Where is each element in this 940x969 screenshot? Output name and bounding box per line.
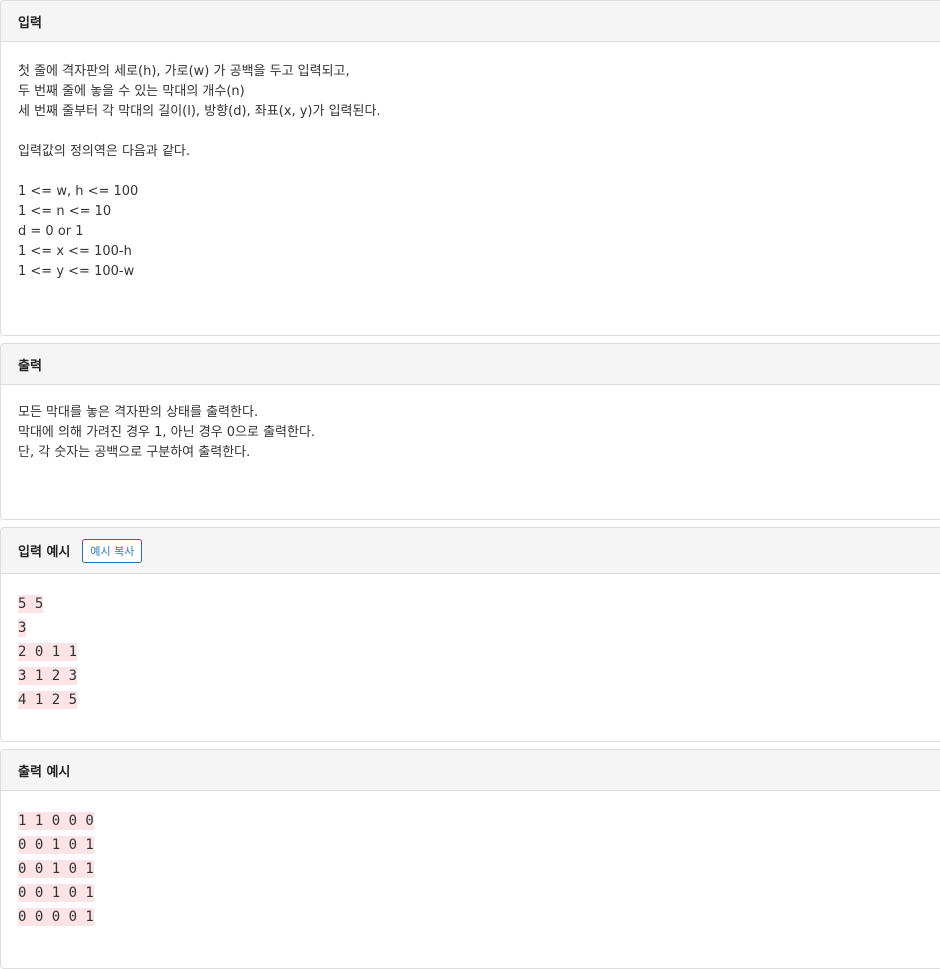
input-description-line [18,162,930,182]
sample-input-line: 2 0 1 1 [18,639,930,663]
sample-input-text: 4 1 2 5 [18,691,78,709]
input-description-panel: 입력 첫 줄에 격자판의 세로(h), 가로(w) 가 공백을 두고 입력되고,… [0,0,940,336]
sample-input-text: 5 5 [18,595,44,613]
sample-input-line: 4 1 2 5 [18,687,930,711]
panel-heading: 출력 [1,344,940,385]
input-description-line: d = 0 or 1 [18,224,84,239]
sample-input-line: 5 5 [18,591,930,615]
panel-heading: 입력 [1,1,940,42]
sample-input-title: 입력 예시 [18,545,71,560]
output-description-body: 모든 막대를 놓은 격자판의 상태를 출력한다. 막대에 의해 가려진 경우 1… [1,385,940,481]
input-description-line: 세 번째 줄부터 각 막대의 길이(l), 방향(d), 좌표(x, y)가 입… [18,104,381,119]
panel-heading: 출력 예시 [1,750,940,791]
sample-output-text: 0 0 1 0 1 [18,860,94,878]
sample-input-body: 5 5 3 2 0 1 1 3 1 2 3 4 1 2 5 [1,574,940,731]
sample-input-line: 3 1 2 3 [18,663,930,687]
sample-output-text: 0 0 0 0 1 [18,908,94,926]
output-description-panel: 출력 모든 막대를 놓은 격자판의 상태를 출력한다. 막대에 의해 가려진 경… [0,343,940,520]
input-description-line: 1 <= y <= 100-w [18,264,135,279]
sample-output-panel: 출력 예시 1 1 0 0 0 0 0 1 0 1 0 0 1 0 1 0 0 … [0,749,940,969]
sample-output-line: 1 1 0 0 0 [18,808,930,832]
sample-input-line: 3 [18,615,930,639]
input-section-title: 입력 [18,15,42,31]
output-description-line: 모든 막대를 놓은 격자판의 상태를 출력한다. [18,405,259,420]
input-description-line: 입력값의 정의역은 다음과 같다. [18,144,191,159]
sample-output-text: 0 0 1 0 1 [18,836,94,854]
sample-output-line: 0 0 1 0 1 [18,856,930,880]
input-description-body: 첫 줄에 격자판의 세로(h), 가로(w) 가 공백을 두고 입력되고, 두 … [1,42,940,300]
sample-output-body: 1 1 0 0 0 0 0 1 0 1 0 0 1 0 1 0 0 1 0 1 … [1,791,940,948]
sample-input-panel: 입력 예시 예시 복사 5 5 3 2 0 1 1 3 1 2 3 4 1 2 … [0,527,940,742]
sample-output-line: 0 0 0 0 1 [18,904,930,928]
input-description-line: 두 번째 줄에 놓을 수 있는 막대의 개수(n) [18,84,245,99]
sample-output-line: 0 0 1 0 1 [18,880,930,904]
sample-output-text: 1 1 0 0 0 [18,812,94,830]
output-section-title: 출력 [18,358,42,374]
sample-input-text: 3 [18,619,27,637]
sample-output-title: 출력 예시 [18,764,71,780]
sample-input-text: 2 0 1 1 [18,643,78,661]
input-description-line [18,122,930,142]
sample-input-text: 3 1 2 3 [18,667,78,685]
input-description-line: 1 <= n <= 10 [18,204,112,219]
output-description-line: 막대에 의해 가려진 경우 1, 아닌 경우 0으로 출력한다. [18,425,316,440]
panel-heading: 입력 예시 예시 복사 [1,528,940,574]
input-description-line: 1 <= x <= 100-h [18,244,132,259]
input-description-line: 1 <= w, h <= 100 [18,184,139,199]
copy-sample-button[interactable]: 예시 복사 [82,538,143,563]
output-description-line: 단, 각 숫자는 공백으로 구분하여 출력한다. [18,445,251,460]
input-description-line: 첫 줄에 격자판의 세로(h), 가로(w) 가 공백을 두고 입력되고, [18,64,350,79]
sample-output-line: 0 0 1 0 1 [18,832,930,856]
sample-output-text: 0 0 1 0 1 [18,884,94,902]
